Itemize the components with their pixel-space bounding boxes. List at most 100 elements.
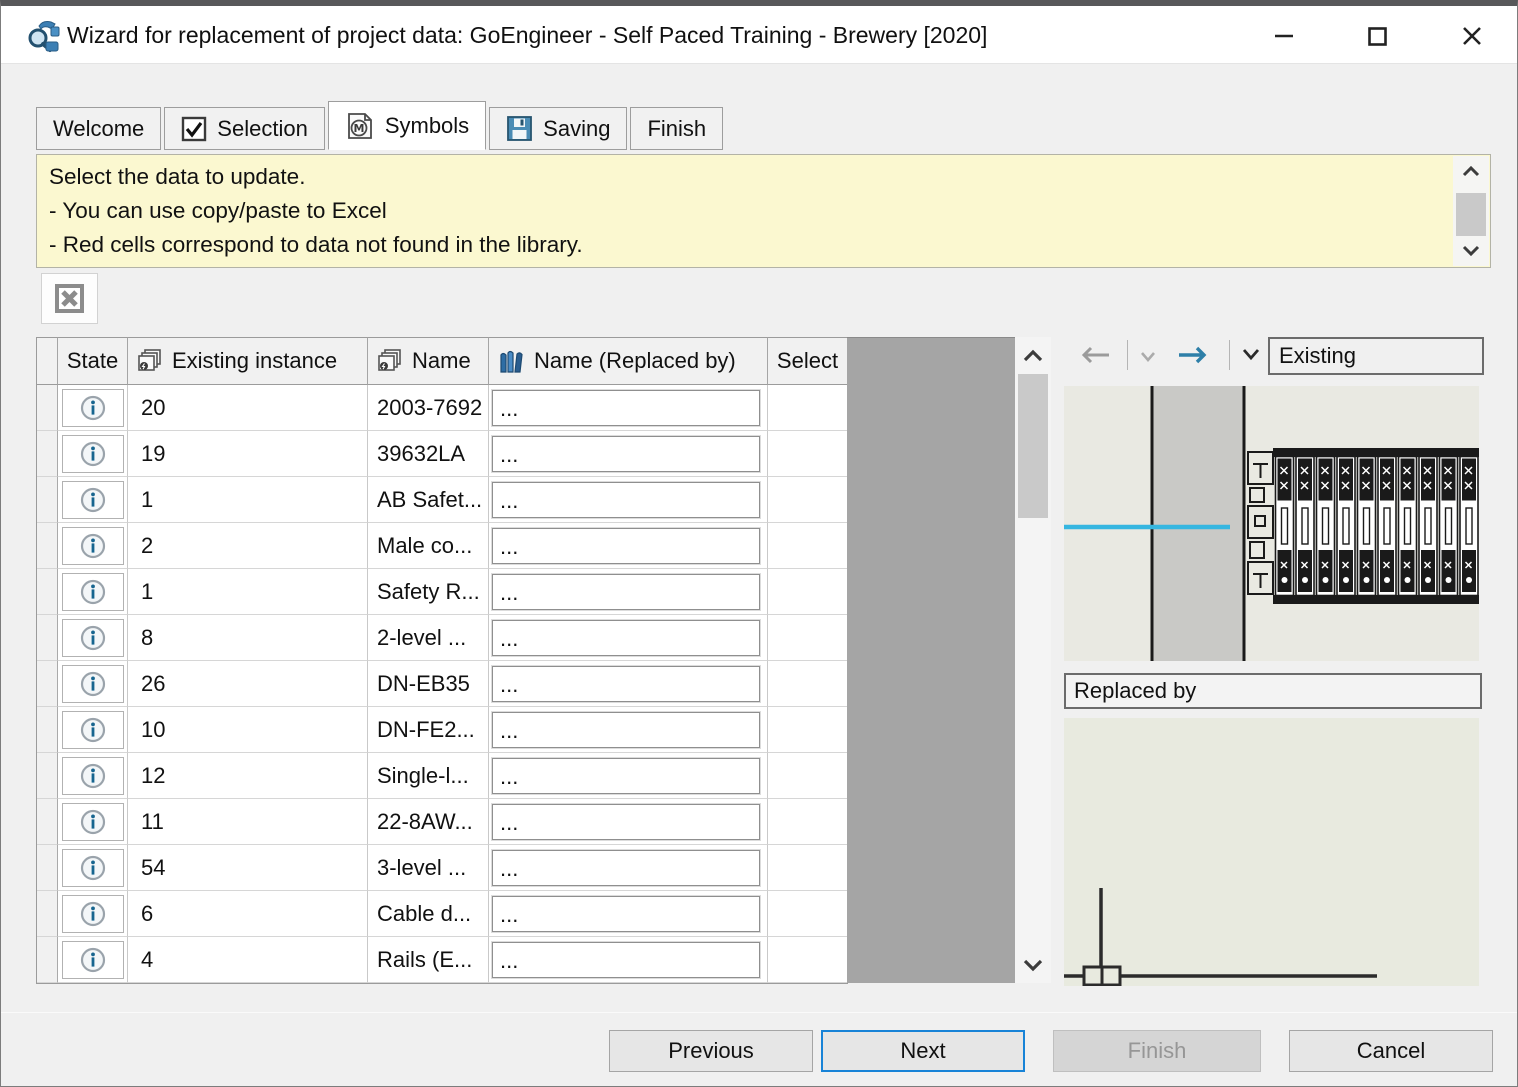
- replaced-by-input[interactable]: ...: [492, 758, 760, 794]
- row-header-cell[interactable]: [37, 661, 58, 707]
- tab-selection[interactable]: Selection: [164, 107, 325, 150]
- name-cell[interactable]: 2-level ...: [368, 615, 489, 661]
- existing-instance-cell[interactable]: 20: [128, 385, 368, 431]
- existing-instance-cell[interactable]: 8: [128, 615, 368, 661]
- name-cell[interactable]: AB Safet...: [368, 477, 489, 523]
- state-info-button[interactable]: [62, 527, 124, 565]
- row-header-cell[interactable]: [37, 799, 58, 845]
- minimize-button[interactable]: [1253, 12, 1315, 60]
- state-info-button[interactable]: [62, 757, 124, 795]
- nav-forward-dropdown[interactable]: [1239, 347, 1263, 365]
- select-cell[interactable]: [768, 523, 848, 569]
- select-cell[interactable]: [768, 799, 848, 845]
- tab-finish[interactable]: Finish: [630, 107, 723, 150]
- select-cell[interactable]: [768, 937, 848, 983]
- row-header-cell[interactable]: [37, 477, 58, 523]
- tab-saving[interactable]: Saving: [489, 107, 627, 150]
- replaced-by-input[interactable]: ...: [492, 482, 760, 518]
- select-cell[interactable]: [768, 385, 848, 431]
- name-cell[interactable]: 39632LA: [368, 431, 489, 477]
- nav-back-dropdown[interactable]: [1137, 349, 1159, 365]
- replaced-by-input[interactable]: ...: [492, 896, 760, 932]
- existing-instance-cell[interactable]: 1: [128, 477, 368, 523]
- name-cell[interactable]: Rails (E...: [368, 937, 489, 983]
- select-cell[interactable]: [768, 753, 848, 799]
- scroll-up-icon[interactable]: [1015, 337, 1051, 373]
- select-cell[interactable]: [768, 891, 848, 937]
- replaced-by-input[interactable]: ...: [492, 850, 760, 886]
- row-header-cell[interactable]: [37, 891, 58, 937]
- row-header-cell[interactable]: [37, 385, 58, 431]
- delete-row-button[interactable]: [41, 273, 98, 324]
- nav-back-button[interactable]: [1075, 341, 1115, 371]
- table-scrollbar[interactable]: [1015, 337, 1051, 983]
- replaced-by-input[interactable]: ...: [492, 390, 760, 426]
- replaced-by-input[interactable]: ...: [492, 804, 760, 840]
- name-cell[interactable]: 2003-7692: [368, 385, 489, 431]
- row-header-cell[interactable]: [37, 845, 58, 891]
- name-cell[interactable]: Cable d...: [368, 891, 489, 937]
- row-header-cell[interactable]: [37, 431, 58, 477]
- existing-instance-cell[interactable]: 6: [128, 891, 368, 937]
- replaced-by-input[interactable]: ...: [492, 620, 760, 656]
- replaced-by-input[interactable]: ...: [492, 528, 760, 564]
- replaced-by-input[interactable]: ...: [492, 666, 760, 702]
- name-cell[interactable]: DN-FE2...: [368, 707, 489, 753]
- close-button[interactable]: [1441, 12, 1503, 60]
- finish-button[interactable]: Finish: [1053, 1030, 1261, 1072]
- scrollbar-thumb[interactable]: [1018, 374, 1048, 518]
- next-button[interactable]: Next: [821, 1030, 1025, 1072]
- scrollbar-thumb[interactable]: [1456, 193, 1486, 236]
- state-info-button[interactable]: [62, 481, 124, 519]
- select-cell[interactable]: [768, 477, 848, 523]
- nav-forward-button[interactable]: [1173, 341, 1213, 371]
- infobox-scrollbar[interactable]: [1453, 156, 1489, 266]
- replaced-by-input[interactable]: ...: [492, 436, 760, 472]
- cancel-button[interactable]: Cancel: [1289, 1030, 1493, 1072]
- replaced-by-input[interactable]: ...: [492, 942, 760, 978]
- scroll-up-icon[interactable]: [1453, 156, 1489, 186]
- state-info-button[interactable]: [62, 849, 124, 887]
- state-info-button[interactable]: [62, 619, 124, 657]
- name-cell[interactable]: 3-level ...: [368, 845, 489, 891]
- replaced-by-input[interactable]: ...: [492, 712, 760, 748]
- state-info-button[interactable]: [62, 711, 124, 749]
- state-info-button[interactable]: [62, 435, 124, 473]
- existing-instance-cell[interactable]: 11: [128, 799, 368, 845]
- row-header-cell[interactable]: [37, 707, 58, 753]
- row-header-cell[interactable]: [37, 569, 58, 615]
- name-cell[interactable]: Male co...: [368, 523, 489, 569]
- tab-welcome[interactable]: Welcome: [36, 107, 161, 150]
- previous-button[interactable]: Previous: [609, 1030, 813, 1072]
- existing-instance-cell[interactable]: 26: [128, 661, 368, 707]
- row-header-cell[interactable]: [37, 753, 58, 799]
- name-cell[interactable]: 22-8AW...: [368, 799, 489, 845]
- existing-instance-cell[interactable]: 19: [128, 431, 368, 477]
- state-info-button[interactable]: [62, 665, 124, 703]
- row-header-cell[interactable]: [37, 615, 58, 661]
- state-info-button[interactable]: [62, 895, 124, 933]
- existing-instance-cell[interactable]: 12: [128, 753, 368, 799]
- name-cell[interactable]: Safety R...: [368, 569, 489, 615]
- name-cell[interactable]: Single-l...: [368, 753, 489, 799]
- name-cell[interactable]: DN-EB35: [368, 661, 489, 707]
- scroll-down-icon[interactable]: [1453, 236, 1489, 266]
- select-cell[interactable]: [768, 569, 848, 615]
- existing-instance-cell[interactable]: 10: [128, 707, 368, 753]
- scroll-down-icon[interactable]: [1015, 947, 1051, 983]
- replaced-by-input[interactable]: ...: [492, 574, 760, 610]
- select-cell[interactable]: [768, 615, 848, 661]
- state-info-button[interactable]: [62, 803, 124, 841]
- row-header-cell[interactable]: [37, 937, 58, 983]
- existing-instance-cell[interactable]: 1: [128, 569, 368, 615]
- state-info-button[interactable]: [62, 941, 124, 979]
- tab-symbols[interactable]: M Symbols: [328, 101, 486, 150]
- existing-instance-cell[interactable]: 4: [128, 937, 368, 983]
- select-cell[interactable]: [768, 431, 848, 477]
- select-cell[interactable]: [768, 845, 848, 891]
- row-header-cell[interactable]: [37, 523, 58, 569]
- existing-instance-cell[interactable]: 54: [128, 845, 368, 891]
- select-cell[interactable]: [768, 661, 848, 707]
- maximize-button[interactable]: [1346, 12, 1408, 60]
- state-info-button[interactable]: [62, 389, 124, 427]
